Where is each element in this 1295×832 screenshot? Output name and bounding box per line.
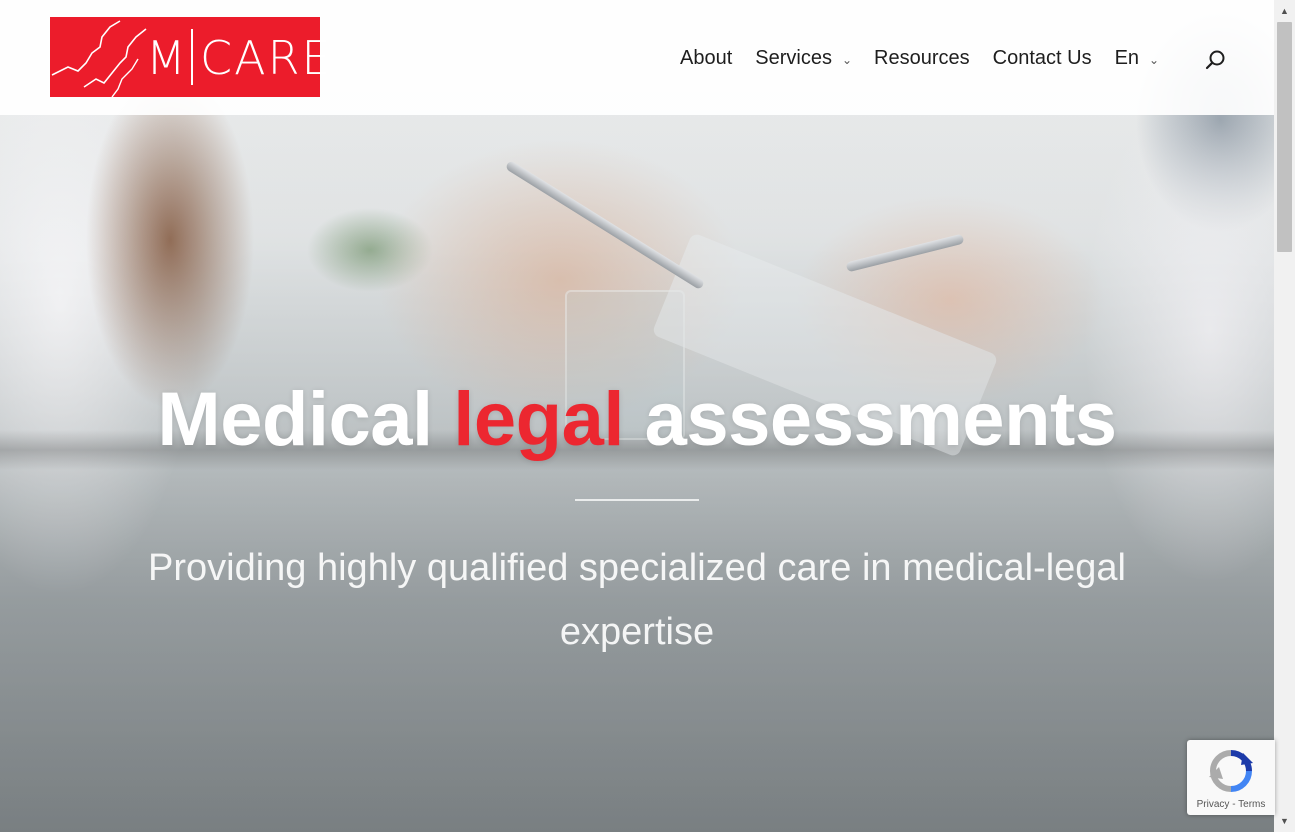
scroll-up-arrow-icon[interactable]: ▲ [1274, 2, 1295, 20]
logo-divider [191, 29, 193, 85]
site-logo[interactable]: M CARE [50, 17, 331, 97]
nav-item-language[interactable]: En ⌄ [1115, 47, 1160, 70]
nav-item-label: About [680, 47, 733, 69]
nav-item-label: Services [755, 47, 832, 69]
logo-text-care: CARE [200, 31, 333, 85]
nav-item-services[interactable]: Services ⌄ [755, 47, 852, 70]
search-icon[interactable] [1204, 48, 1228, 72]
logo-text-m: M [146, 31, 188, 85]
nav-item-label: Resources [874, 47, 970, 69]
nav-item-label: En [1114, 47, 1140, 69]
headline-part1: Medical [157, 377, 433, 462]
nav-item-about[interactable]: About [680, 47, 732, 70]
hero-headline: Medical legal assessments [0, 378, 1274, 462]
hero-divider [575, 499, 699, 501]
chevron-down-icon: ⌄ [1149, 53, 1160, 67]
site-header: M CARE About Services ⌄ Resources Contac… [0, 0, 1274, 115]
recaptcha-badge[interactable]: Privacy - Terms [1187, 740, 1275, 815]
scroll-down-arrow-icon[interactable]: ▼ [1274, 812, 1295, 830]
recaptcha-privacy-link[interactable]: Privacy [1197, 799, 1230, 810]
nav-item-resources[interactable]: Resources [874, 47, 970, 70]
nav-item-contact-us[interactable]: Contact Us [993, 47, 1092, 70]
headline-accent: legal [453, 377, 624, 462]
chevron-down-icon: ⌄ [841, 53, 853, 67]
main-nav: About Services ⌄ Resources Contact Us En… [680, 47, 1159, 70]
recaptcha-links: Privacy - Terms [1187, 799, 1275, 810]
scrollbar-thumb[interactable] [1277, 22, 1292, 252]
recaptcha-separator: - [1232, 799, 1236, 810]
headline-part2: assessments [644, 377, 1117, 462]
page-scrollbar[interactable]: ▲ ▼ [1274, 0, 1295, 832]
hero-subtitle: Providing highly qualified specialized c… [148, 547, 1126, 653]
nav-item-label: Contact Us [992, 47, 1092, 69]
recaptcha-terms-link[interactable]: Terms [1238, 799, 1265, 810]
recaptcha-icon [1209, 750, 1253, 792]
